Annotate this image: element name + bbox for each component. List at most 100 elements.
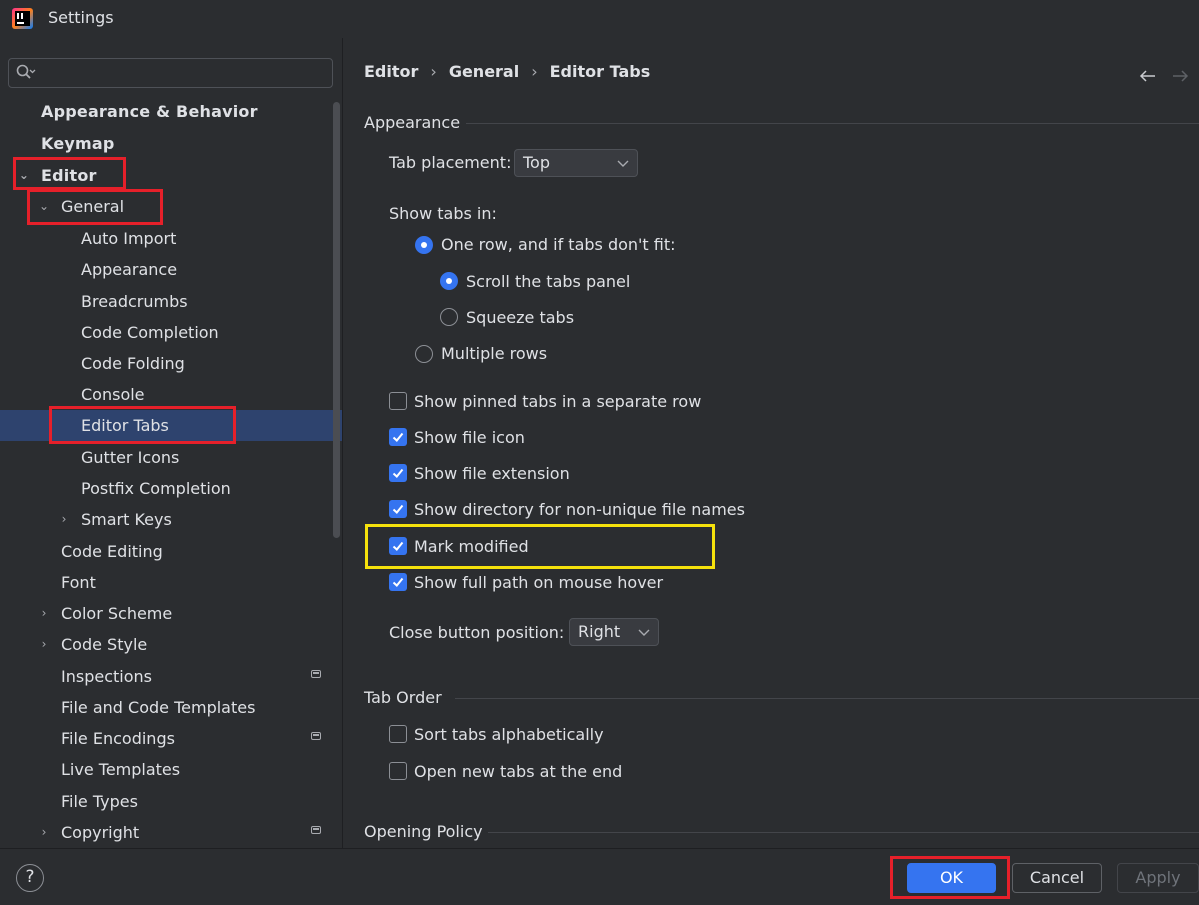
sidebar-item-label: Code Folding (81, 354, 185, 373)
radio-multiple-rows-label[interactable]: Multiple rows (441, 344, 547, 363)
title-bar (0, 0, 1199, 38)
radio-one-row-label[interactable]: One row, and if tabs don't fit: (441, 235, 676, 254)
tab-placement-value: Top (523, 153, 550, 172)
radio-scroll-tabs-label[interactable]: Scroll the tabs panel (466, 272, 630, 291)
chevron-right-icon[interactable]: › (37, 629, 51, 660)
sidebar-item-label: Font (61, 573, 96, 592)
section-divider (455, 698, 1199, 699)
chevron-down-icon (638, 619, 650, 645)
highlight-mark-modified (365, 524, 715, 569)
sidebar-item-file-types[interactable]: File Types (0, 786, 330, 817)
chevron-down-icon (617, 150, 629, 176)
sidebar-item-code-editing[interactable]: Code Editing (0, 536, 330, 567)
tab-placement-label: Tab placement: (389, 153, 512, 172)
sidebar-item-smart-keys[interactable]: › Smart Keys (0, 504, 330, 535)
sidebar-item-label: Color Scheme (61, 604, 173, 623)
radio-squeeze-tabs[interactable] (440, 308, 458, 326)
close-button-position-label: Close button position: (389, 623, 565, 642)
help-icon[interactable]: ? (16, 864, 44, 892)
checkbox-sort-tabs-alphabetically[interactable] (389, 725, 407, 743)
sidebar-item-label: Inspections (61, 667, 152, 686)
sidebar-item-code-style[interactable]: › Code Style (0, 629, 330, 660)
sidebar-item-label: Gutter Icons (81, 448, 180, 467)
project-scope-icon (311, 826, 321, 834)
checkbox-show-full-path-label[interactable]: Show full path on mouse hover (414, 573, 663, 592)
sidebar-item-label: File Types (61, 792, 138, 811)
radio-squeeze-tabs-label[interactable]: Squeeze tabs (466, 308, 574, 327)
checkbox-show-file-icon[interactable] (389, 428, 407, 446)
sidebar-item-label: Keymap (41, 134, 115, 153)
search-icon[interactable] (16, 64, 36, 80)
close-button-position-dropdown[interactable]: Right (569, 618, 659, 646)
sidebar-item-label: Appearance (81, 260, 178, 279)
section-divider (466, 123, 1199, 124)
sidebar-item-live-templates[interactable]: Live Templates (0, 754, 330, 785)
radio-scroll-tabs[interactable] (440, 272, 458, 290)
sidebar-item-appearance-behavior[interactable]: Appearance & Behavior (0, 96, 330, 127)
sidebar-item-color-scheme[interactable]: › Color Scheme (0, 598, 330, 629)
panel-divider[interactable] (342, 38, 343, 848)
sidebar-item-postfix-completion[interactable]: Postfix Completion (0, 473, 330, 504)
section-title-opening-policy: Opening Policy (364, 822, 483, 841)
project-scope-icon (311, 732, 321, 740)
sidebar-item-file-and-code-templates[interactable]: File and Code Templates (0, 692, 330, 723)
tab-placement-dropdown[interactable]: Top (514, 149, 638, 177)
checkmark-icon (392, 504, 404, 514)
sidebar-item-label: Postfix Completion (81, 479, 231, 498)
checkmark-icon (392, 577, 404, 587)
breadcrumb-separator: › (531, 62, 538, 81)
radio-one-row[interactable] (415, 236, 433, 254)
checkbox-show-file-extension[interactable] (389, 464, 407, 482)
checkmark-icon (392, 432, 404, 442)
radio-multiple-rows[interactable] (415, 345, 433, 363)
checkbox-show-directory-label[interactable]: Show directory for non-unique file names (414, 500, 745, 519)
search-input[interactable] (8, 58, 333, 88)
sidebar-item-code-completion[interactable]: Code Completion (0, 317, 330, 348)
arrow-right-icon[interactable] (1170, 66, 1190, 86)
arrow-left-icon[interactable] (1138, 66, 1158, 86)
highlight-editor-tabs (49, 406, 236, 444)
checkbox-show-file-extension-label[interactable]: Show file extension (414, 464, 570, 483)
sidebar-item-label: File Encodings (61, 729, 175, 748)
section-divider (488, 832, 1199, 833)
sidebar-item-label: File and Code Templates (61, 698, 256, 717)
chevron-right-icon[interactable]: › (37, 817, 51, 848)
sidebar-item-keymap[interactable]: Keymap (0, 128, 330, 159)
checkbox-open-new-tabs-at-end[interactable] (389, 762, 407, 780)
section-title-appearance: Appearance (364, 113, 461, 132)
checkbox-show-file-icon-label[interactable]: Show file icon (414, 428, 525, 447)
breadcrumb-item: Editor Tabs (549, 62, 651, 81)
checkbox-show-pinned-tabs[interactable] (389, 392, 407, 410)
breadcrumb-item[interactable]: General (449, 62, 519, 81)
checkbox-open-new-tabs-at-end-label[interactable]: Open new tabs at the end (414, 762, 622, 781)
sidebar-item-code-folding[interactable]: Code Folding (0, 348, 330, 379)
window-title: Settings (48, 8, 114, 27)
sidebar-item-auto-import[interactable]: Auto Import (0, 223, 330, 254)
apply-button[interactable]: Apply (1117, 863, 1199, 893)
checkbox-show-full-path[interactable] (389, 573, 407, 591)
breadcrumb-item[interactable]: Editor (364, 62, 418, 81)
chevron-right-icon[interactable]: › (37, 598, 51, 629)
highlight-general (27, 189, 163, 225)
show-tabs-in-label: Show tabs in: (389, 204, 497, 223)
sidebar-item-label: Appearance & Behavior (41, 102, 258, 121)
sidebar-item-file-encodings[interactable]: File Encodings (0, 723, 330, 754)
sidebar-scrollbar[interactable] (333, 102, 340, 538)
sidebar-item-label: Code Editing (61, 542, 163, 561)
cancel-button[interactable]: Cancel (1012, 863, 1102, 893)
sidebar-item-gutter-icons[interactable]: Gutter Icons (0, 442, 330, 473)
sidebar-item-label: Auto Import (81, 229, 177, 248)
checkbox-sort-tabs-alphabetically-label[interactable]: Sort tabs alphabetically (414, 725, 604, 744)
chevron-right-icon[interactable]: › (57, 504, 71, 535)
checkbox-show-directory[interactable] (389, 500, 407, 518)
sidebar-item-copyright[interactable]: › Copyright (0, 817, 330, 848)
sidebar-item-label: Code Completion (81, 323, 219, 342)
sidebar-item-appearance[interactable]: Appearance (0, 254, 330, 285)
sidebar-item-inspections[interactable]: Inspections (0, 661, 330, 692)
project-scope-icon (311, 670, 321, 678)
sidebar-item-breadcrumbs[interactable]: Breadcrumbs (0, 286, 330, 317)
checkmark-icon (392, 468, 404, 478)
sidebar-item-font[interactable]: Font (0, 567, 330, 598)
checkbox-show-pinned-tabs-label[interactable]: Show pinned tabs in a separate row (414, 392, 701, 411)
sidebar-item-label: Breadcrumbs (81, 292, 188, 311)
